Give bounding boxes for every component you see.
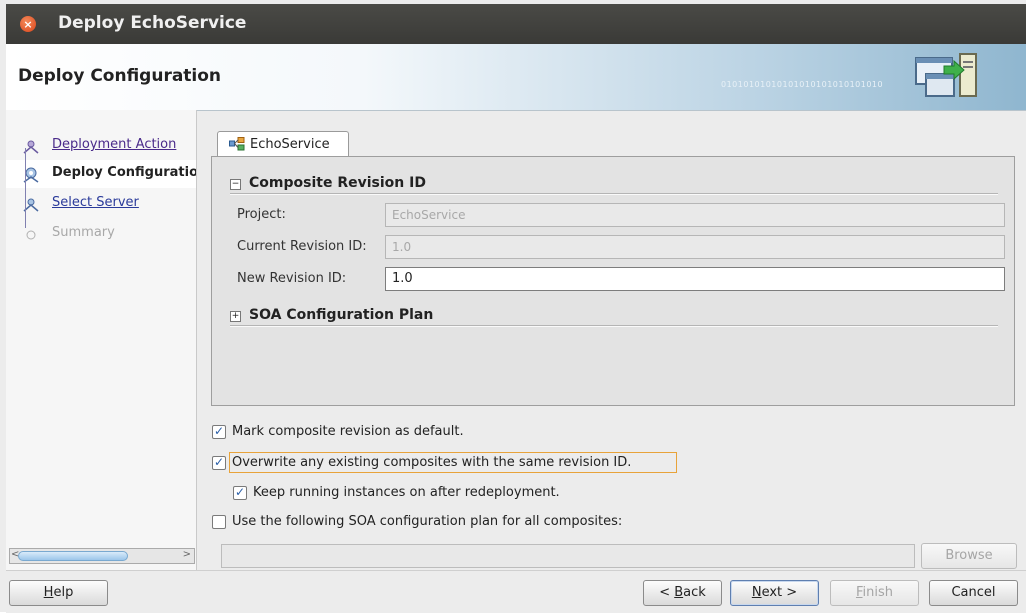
project-field: EchoService: [385, 203, 1005, 227]
collapse-icon[interactable]: −: [230, 179, 241, 190]
nav-label[interactable]: Deploy Configuration: [52, 165, 196, 180]
btn-mnemonic: N: [751, 585, 762, 600]
nav-item-summary: Summary: [6, 220, 196, 248]
nav-item-deployment-action[interactable]: Deployment Action: [6, 132, 196, 160]
btn-text-post: inish: [862, 585, 894, 600]
section-title: Composite Revision ID: [249, 175, 426, 191]
btn-mnemonic: H: [43, 585, 54, 600]
soa-plan-section-header[interactable]: + SOA Configuration Plan: [230, 307, 433, 323]
header-decoration: 01010101010101010101010101010: [721, 80, 884, 89]
tab-label: EchoService: [250, 137, 330, 152]
nav-item-select-server[interactable]: Select Server: [6, 190, 196, 218]
nav-item-deploy-configuration[interactable]: Deploy Configuration: [6, 160, 196, 188]
check-icon: ✓: [214, 455, 225, 469]
wizard-header: Deploy Configuration 0101010101010101010…: [6, 44, 1026, 111]
wizard-step-icon: [26, 230, 36, 240]
overwrite-checkbox[interactable]: ✓: [212, 455, 226, 470]
wizard-steps-nav: Deployment Action Deploy Configuration S…: [6, 110, 197, 570]
composite-revision-section-header[interactable]: − Composite Revision ID: [230, 175, 426, 191]
nav-horizontal-scrollbar[interactable]: < >: [9, 548, 195, 564]
close-icon[interactable]: ×: [20, 16, 36, 32]
browse-button: Browse: [921, 543, 1017, 569]
new-revision-label: New Revision ID:: [237, 271, 347, 286]
current-revision-field: 1.0: [385, 235, 1005, 259]
plan-path-input: [221, 544, 915, 568]
current-revision-label: Current Revision ID:: [237, 239, 367, 254]
window-title: Deploy EchoService: [58, 13, 247, 33]
nav-label[interactable]: Select Server: [52, 195, 196, 210]
mark-default-label[interactable]: Mark composite revision as default.: [232, 424, 464, 439]
section-divider: [230, 193, 998, 195]
btn-text-post: ext >: [761, 585, 798, 600]
btn-text-pre: <: [659, 585, 675, 600]
help-button[interactable]: Help: [9, 580, 108, 606]
scroll-right-icon[interactable]: >: [183, 549, 191, 560]
page-title: Deploy Configuration: [18, 66, 222, 86]
btn-text-post: ack: [683, 585, 706, 600]
mark-default-checkbox[interactable]: ✓: [212, 424, 226, 439]
back-button[interactable]: < Back: [643, 580, 722, 606]
project-label: Project:: [237, 207, 286, 222]
nav-label[interactable]: Deployment Action: [52, 137, 196, 152]
section-divider: [230, 325, 998, 327]
cancel-button[interactable]: Cancel: [929, 580, 1018, 606]
configuration-panel: − Composite Revision ID Project: EchoServ…: [211, 156, 1015, 406]
check-icon: ✓: [214, 424, 225, 438]
section-title: SOA Configuration Plan: [249, 307, 434, 323]
check-icon: ✓: [235, 485, 246, 499]
new-revision-input[interactable]: 1.0: [385, 267, 1005, 291]
btn-text-post: elp: [53, 585, 74, 600]
deploy-dialog: × Deploy EchoService Deploy Configuratio…: [0, 0, 1026, 613]
tab-echoservice[interactable]: EchoService: [217, 131, 349, 157]
btn-mnemonic: B: [674, 585, 684, 600]
scroll-thumb[interactable]: [18, 551, 128, 561]
keep-running-label[interactable]: Keep running instances on after redeploy…: [253, 485, 560, 500]
use-plan-checkbox[interactable]: [212, 515, 226, 529]
finish-button: Finish: [830, 580, 919, 606]
use-plan-label[interactable]: Use the following SOA configuration plan…: [232, 514, 622, 529]
next-button[interactable]: Next >: [730, 580, 819, 606]
deploy-server-icon: [915, 53, 977, 97]
composite-icon: [229, 137, 245, 151]
overwrite-label[interactable]: Overwrite any existing composites with t…: [232, 455, 631, 470]
keep-running-checkbox[interactable]: ✓: [233, 485, 247, 500]
nav-label: Summary: [52, 225, 115, 240]
title-bar[interactable]: × Deploy EchoService: [6, 4, 1026, 44]
step-connector: [25, 148, 26, 228]
expand-icon[interactable]: +: [230, 311, 241, 322]
